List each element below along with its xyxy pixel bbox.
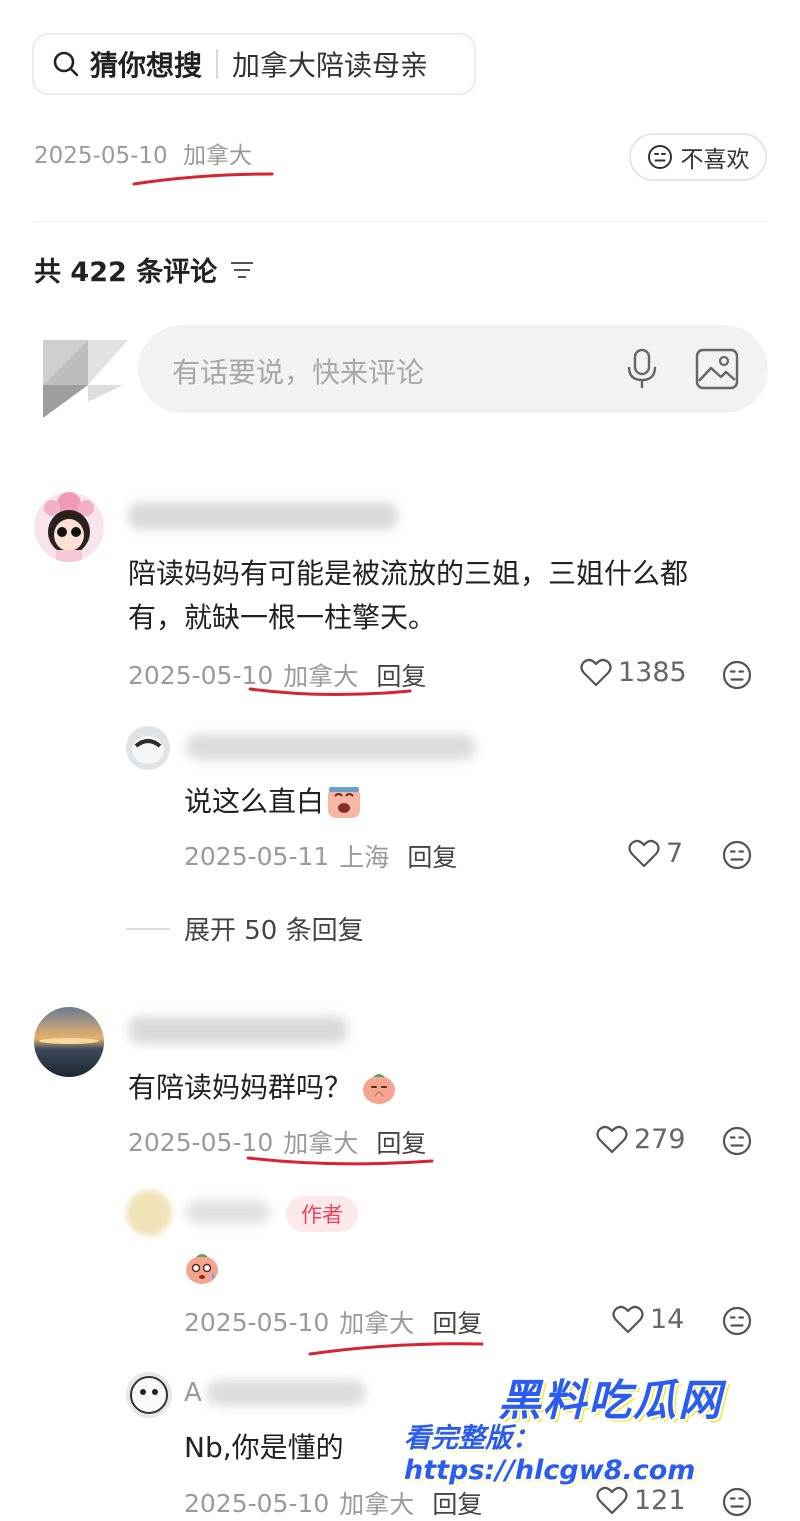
comment-text: 有陪读妈妈群吗？ — [128, 1066, 398, 1110]
like-button[interactable]: 121 — [596, 1485, 686, 1516]
reply-button[interactable]: 回复 — [407, 838, 457, 874]
comments-count-suffix: 条评论 — [136, 257, 218, 288]
heart-icon — [612, 1305, 644, 1333]
author-tag: 作者 — [286, 1196, 358, 1232]
replier-name-initial[interactable]: A — [184, 1378, 202, 1408]
like-count: 14 — [650, 1304, 685, 1335]
replier-avatar[interactable] — [126, 1372, 172, 1418]
dislike-button[interactable]: 不喜欢 — [629, 133, 767, 181]
reply-date: 2025-05-10 — [184, 1488, 330, 1518]
expand-replies-label: 展开 50 条回复 — [184, 916, 364, 946]
search-suggestion-query[interactable]: 加拿大陪读母亲 — [232, 44, 428, 84]
comments-count: 422 — [70, 257, 127, 288]
dislike-face-icon[interactable] — [721, 1125, 753, 1157]
like-count: 121 — [634, 1485, 686, 1516]
section-divider — [34, 221, 768, 222]
post-meta: 2025-05-10 加拿大 — [34, 136, 252, 170]
reply-text-content: 说这么直白 — [184, 785, 325, 818]
dislike-face-icon[interactable] — [721, 1486, 753, 1518]
comments-count-title: 共 422 条评论 — [34, 250, 255, 289]
peach-pray-emoji-icon — [363, 1074, 396, 1104]
reply-date: 2025-05-11 — [184, 841, 330, 871]
commenter-name[interactable] — [128, 1016, 348, 1044]
like-count: 1385 — [618, 657, 687, 688]
replier-avatar[interactable] — [126, 726, 170, 770]
reply-text: Nb,你是懂的 — [184, 1431, 344, 1464]
like-count: 7 — [666, 838, 684, 869]
expand-replies-button[interactable]: 展开 50 条回复 — [126, 910, 364, 947]
microphone-icon[interactable] — [622, 347, 662, 391]
dislike-face-icon[interactable] — [721, 839, 753, 871]
replier-avatar[interactable] — [126, 1190, 172, 1236]
like-button[interactable]: 14 — [612, 1304, 684, 1335]
dislike-face-icon[interactable] — [721, 659, 753, 691]
dislike-label: 不喜欢 — [680, 147, 750, 173]
watermark-url: 看完整版：https://hlcgw8.com — [404, 1423, 696, 1486]
comments-count-prefix: 共 — [34, 257, 61, 288]
commenter-name[interactable] — [128, 502, 398, 530]
like-button[interactable]: 1385 — [580, 657, 687, 688]
heart-icon — [596, 1125, 628, 1153]
red-underline — [132, 172, 274, 186]
reply-text: 说这么直白 — [184, 780, 362, 824]
post-location: 加拿大 — [182, 143, 252, 169]
post-date: 2025-05-10 — [34, 143, 168, 169]
like-count: 279 — [634, 1124, 686, 1155]
search-suggestion-chip[interactable]: 猜你想搜 加拿大陪读母亲 — [32, 33, 476, 95]
peach-sweat-emoji-icon — [186, 1254, 218, 1284]
replier-name[interactable] — [186, 734, 476, 760]
reply-date: 2025-05-10 — [184, 1307, 330, 1337]
commenter-avatar[interactable] — [34, 492, 104, 562]
reply-meta: 2025-05-11 上海 回复 — [184, 838, 457, 874]
replier-name[interactable] — [206, 1380, 366, 1406]
divider — [216, 49, 219, 79]
reply-location: 上海 — [339, 843, 390, 872]
image-icon[interactable] — [694, 347, 740, 391]
dislike-face-icon[interactable] — [721, 1305, 753, 1337]
divider — [126, 927, 170, 930]
red-underline — [308, 1342, 484, 1356]
reply-meta: 2025-05-10 加拿大 回复 — [184, 1485, 482, 1521]
like-button[interactable]: 279 — [596, 1124, 686, 1155]
reply-button[interactable]: 回复 — [432, 1304, 482, 1340]
like-button[interactable]: 7 — [628, 838, 683, 869]
reply-location: 加拿大 — [339, 1309, 415, 1338]
red-underline — [248, 687, 412, 697]
replier-name[interactable] — [186, 1200, 270, 1224]
reply-button[interactable]: 回复 — [432, 1485, 482, 1521]
comment-text-content: 有陪读妈妈群吗？ — [128, 1071, 353, 1104]
comment-input-placeholder: 有话要说，快来评论 — [172, 356, 425, 389]
reply-meta: 2025-05-10 加拿大 回复 — [184, 1304, 482, 1340]
comment-input[interactable]: 有话要说，快来评论 — [138, 325, 768, 413]
comment-text-line: 有，就缺一根一柱擎天。 — [128, 601, 437, 634]
heart-icon — [596, 1486, 628, 1514]
neutral-face-icon — [647, 145, 672, 169]
crying-face-emoji-icon — [328, 787, 361, 818]
red-underline — [246, 1156, 434, 1166]
my-avatar — [43, 340, 128, 418]
commenter-avatar[interactable] — [34, 1007, 104, 1077]
heart-icon — [580, 658, 612, 686]
search-icon — [53, 51, 79, 77]
search-suggestion-label: 猜你想搜 — [90, 49, 203, 82]
comment-text-line: 陪读妈妈有可能是被流放的三姐，三姐什么都 — [128, 557, 689, 590]
comment-text: 陪读妈妈有可能是被流放的三姐，三姐什么都 有，就缺一根一柱擎天。 — [128, 552, 688, 640]
reply-location: 加拿大 — [339, 1490, 415, 1519]
sort-icon[interactable] — [229, 259, 255, 281]
heart-icon — [628, 839, 660, 867]
